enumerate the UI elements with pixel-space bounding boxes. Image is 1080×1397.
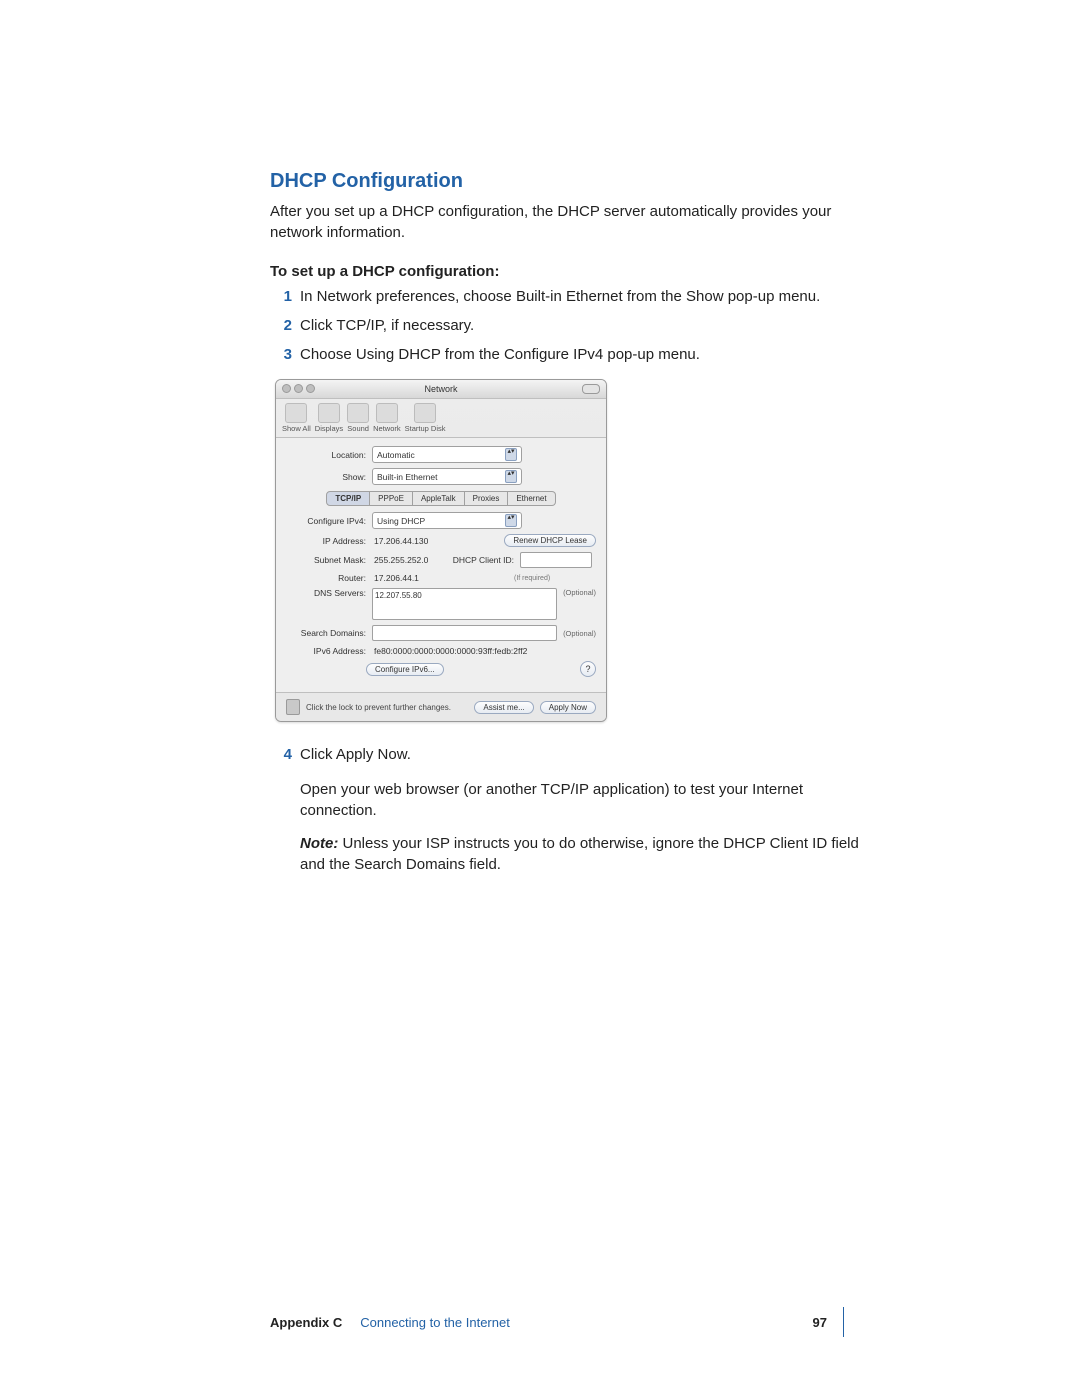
step-number: 4 <box>270 744 292 765</box>
chapter-title: Connecting to the Internet <box>360 1315 510 1330</box>
footer-divider <box>843 1307 844 1337</box>
appendix-label: Appendix C <box>270 1315 342 1330</box>
ipv6-address-label: IPv6 Address: <box>286 646 372 656</box>
subnet-mask-label: Subnet Mask: <box>286 555 372 565</box>
location-popup[interactable]: Automatic ▴▾ <box>372 446 522 463</box>
toolbar-label: Network <box>373 424 401 433</box>
toolbar-item-startup-disk[interactable]: Startup Disk <box>405 403 446 433</box>
toolbar-label: Displays <box>315 424 343 433</box>
search-domains-field[interactable] <box>372 625 557 641</box>
toolbar-toggle-button[interactable] <box>582 384 600 394</box>
dns-servers-label: DNS Servers: <box>286 588 372 598</box>
popup-value: Built-in Ethernet <box>377 472 437 482</box>
router-label: Router: <box>286 573 372 583</box>
search-domains-label: Search Domains: <box>286 628 372 638</box>
popup-value: Automatic <box>377 450 415 460</box>
note-paragraph: Note: Unless your ISP instructs you to d… <box>300 833 860 875</box>
ip-address-value: 17.206.44.130 <box>372 536 428 546</box>
step-3: 3 Choose Using DHCP from the Configure I… <box>270 344 860 365</box>
step-text: Click Apply Now. <box>300 744 411 765</box>
dns-servers-field[interactable]: 12.207.55.80 <box>372 588 557 620</box>
dhcp-client-id-field[interactable] <box>520 552 592 568</box>
popup-arrows-icon: ▴▾ <box>505 514 517 527</box>
assist-me-button[interactable]: Assist me... <box>474 701 533 714</box>
tab-pppoe[interactable]: PPPoE <box>370 491 413 506</box>
startup-disk-icon <box>414 403 436 423</box>
optional-label: (Optional) <box>563 629 596 638</box>
toolbar-label: Sound <box>347 424 369 433</box>
tab-tcpip[interactable]: TCP/IP <box>326 491 370 506</box>
window-footer: Click the lock to prevent further change… <box>276 692 606 721</box>
show-label: Show: <box>286 472 372 482</box>
dhcp-client-id-label: DHCP Client ID: <box>444 555 520 565</box>
popup-value: Using DHCP <box>377 516 425 526</box>
step-1: 1 In Network preferences, choose Built-i… <box>270 286 860 307</box>
window-titlebar: Network <box>276 380 606 399</box>
optional-label: (Optional) <box>563 588 596 597</box>
note-label: Note: <box>300 835 338 852</box>
steps-4: 4 Click Apply Now. <box>270 744 860 765</box>
step-number: 2 <box>270 315 292 336</box>
popup-arrows-icon: ▴▾ <box>505 448 517 461</box>
tab-ethernet[interactable]: Ethernet <box>508 491 555 506</box>
ipv6-address-value: fe80:0000:0000:0000:0000:93ff:fedb:2ff2 <box>372 646 527 656</box>
configure-ipv4-label: Configure IPv4: <box>286 516 372 526</box>
tab-bar: TCP/IP PPPoE AppleTalk Proxies Ethernet <box>286 491 596 506</box>
page-footer: Appendix C Connecting to the Internet 97 <box>270 1307 860 1337</box>
location-label: Location: <box>286 450 372 460</box>
toolbar-label: Show All <box>282 424 311 433</box>
step-text: Choose Using DHCP from the Configure IPv… <box>300 344 700 365</box>
show-all-icon <box>285 403 307 423</box>
traffic-lights[interactable] <box>282 384 315 393</box>
subheading: To set up a DHCP configuration: <box>270 263 860 280</box>
renew-dhcp-lease-button[interactable]: Renew DHCP Lease <box>504 534 596 547</box>
step-text: Click TCP/IP, if necessary. <box>300 315 474 336</box>
steps-1-3: 1 In Network preferences, choose Built-i… <box>270 286 860 365</box>
apply-now-button[interactable]: Apply Now <box>540 701 596 714</box>
intro-paragraph: After you set up a DHCP configuration, t… <box>270 201 860 243</box>
sound-icon <box>347 403 369 423</box>
after-step4-paragraph: Open your web browser (or another TCP/IP… <box>300 779 860 821</box>
section-heading: DHCP Configuration <box>270 170 860 193</box>
router-value: 17.206.44.1 <box>372 573 444 583</box>
ip-address-label: IP Address: <box>286 536 372 546</box>
network-preferences-window: Network Show All Displays Sound Network … <box>275 379 607 722</box>
note-body: Unless your ISP instructs you to do othe… <box>300 835 859 873</box>
dns-servers-value: 12.207.55.80 <box>375 591 422 600</box>
configure-ipv4-popup[interactable]: Using DHCP ▴▾ <box>372 512 522 529</box>
network-icon <box>376 403 398 423</box>
configure-ipv6-button[interactable]: Configure IPv6... <box>366 663 444 676</box>
page-number: 97 <box>813 1315 827 1330</box>
step-2: 2 Click TCP/IP, if necessary. <box>270 315 860 336</box>
displays-icon <box>318 403 340 423</box>
lock-text: Click the lock to prevent further change… <box>306 703 468 712</box>
step-number: 3 <box>270 344 292 365</box>
toolbar-label: Startup Disk <box>405 424 446 433</box>
tab-appletalk[interactable]: AppleTalk <box>413 491 465 506</box>
subnet-mask-value: 255.255.252.0 <box>372 555 444 565</box>
toolbar-item-sound[interactable]: Sound <box>347 403 369 433</box>
show-popup[interactable]: Built-in Ethernet ▴▾ <box>372 468 522 485</box>
preferences-toolbar: Show All Displays Sound Network Startup … <box>276 399 606 438</box>
toolbar-item-displays[interactable]: Displays <box>315 403 343 433</box>
step-4: 4 Click Apply Now. <box>270 744 860 765</box>
toolbar-item-show-all[interactable]: Show All <box>282 403 311 433</box>
tab-proxies[interactable]: Proxies <box>465 491 509 506</box>
window-title: Network <box>424 384 457 394</box>
toolbar-item-network[interactable]: Network <box>373 403 401 433</box>
lock-icon[interactable] <box>286 699 300 715</box>
step-number: 1 <box>270 286 292 307</box>
help-button[interactable]: ? <box>580 661 596 677</box>
step-text: In Network preferences, choose Built-in … <box>300 286 820 307</box>
client-id-hint: (If required) <box>514 575 550 582</box>
popup-arrows-icon: ▴▾ <box>505 470 517 483</box>
